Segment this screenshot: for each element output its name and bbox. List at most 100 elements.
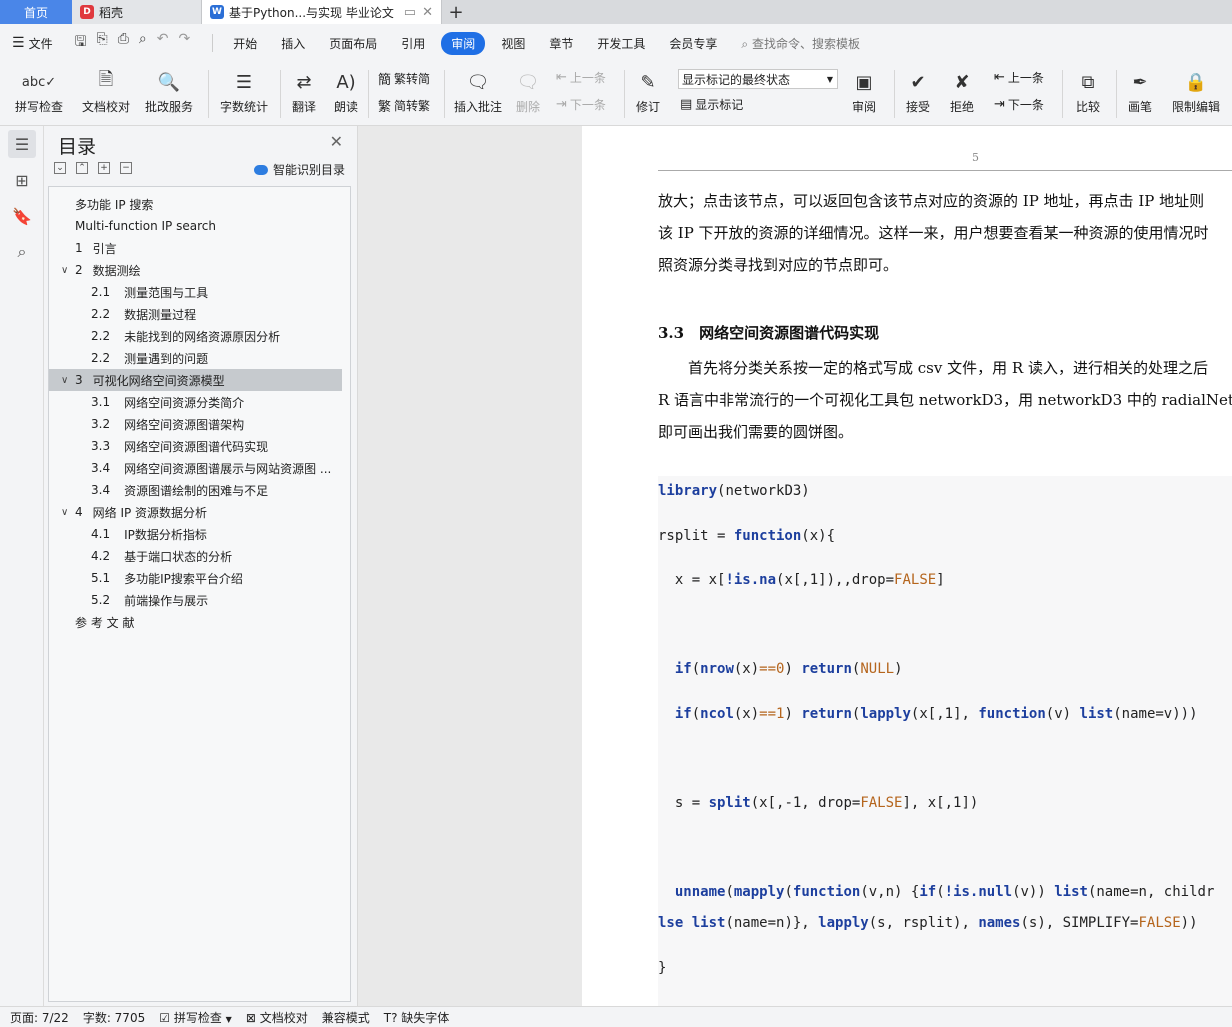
- outline-item[interactable]: 4.1 IP数据分析指标: [49, 523, 342, 545]
- preview-icon[interactable]: ⌕: [139, 31, 147, 55]
- trad-to-simp-button[interactable]: 簡繁转简: [378, 69, 430, 88]
- close-icon[interactable]: ✕: [422, 5, 433, 20]
- search-icon[interactable]: ⌕: [8, 238, 36, 266]
- pen-button[interactable]: ✒ 画笔: [1126, 62, 1154, 126]
- outline-item[interactable]: 3.3 网络空间资源图谱代码实现: [49, 435, 342, 457]
- menu-developer[interactable]: 开发工具: [597, 35, 645, 52]
- outline-item-label: 多功能IP搜索平台介绍: [124, 571, 243, 586]
- markup-state-select[interactable]: 显示标记的最终状态 ▼: [678, 69, 838, 89]
- track-changes-label: 修订: [635, 100, 660, 114]
- menu-view[interactable]: 视图: [501, 35, 525, 52]
- insert-comment-button[interactable]: 🗨 插入批注: [452, 62, 504, 126]
- chapter-icon[interactable]: ⊞: [8, 166, 36, 194]
- prev-comment-button[interactable]: ⇤ 上一条: [556, 69, 606, 86]
- word-count-indicator[interactable]: 字数: 7705: [83, 1009, 145, 1026]
- page-indicator[interactable]: 页面: 7/22: [10, 1009, 69, 1026]
- next-change-button[interactable]: ⇥ 下一条: [994, 96, 1044, 113]
- show-markup-button[interactable]: ▤ 显示标记: [680, 96, 743, 113]
- prev-change-icon: ⇤: [994, 70, 1005, 85]
- word-count-button[interactable]: ☰ 字数统计: [218, 62, 270, 126]
- redo-icon[interactable]: ↷: [179, 31, 191, 55]
- chevron-down-icon[interactable]: ∨: [61, 265, 73, 276]
- outline-item[interactable]: 5.1 多功能IP搜索平台介绍: [49, 567, 342, 589]
- outline-item[interactable]: ∨ 3 可视化网络空间资源模型: [49, 369, 342, 391]
- outline-item-number: 3.4: [91, 461, 111, 475]
- close-icon[interactable]: ✕: [330, 132, 343, 151]
- chevron-down-icon[interactable]: ∨: [61, 507, 73, 518]
- tab-daoke[interactable]: D 稻壳: [72, 0, 202, 24]
- outline-item-number: 2.2: [91, 307, 111, 321]
- outline-item[interactable]: 3.4 网络空间资源图谱展示与网站资源图 ...: [49, 457, 342, 479]
- outline-item[interactable]: 2.1 测量范围与工具: [49, 281, 342, 303]
- doc-check-button[interactable]: 🗎 文档校对: [80, 62, 132, 126]
- bookmark-icon[interactable]: 🔖: [8, 202, 36, 230]
- add-heading-icon[interactable]: +: [98, 162, 110, 174]
- window-icon[interactable]: ▭: [404, 5, 416, 20]
- code-token: ): [784, 706, 802, 722]
- outline-item[interactable]: 3.2 网络空间资源图谱架构: [49, 413, 342, 435]
- export-icon[interactable]: ⎘: [97, 31, 108, 55]
- outline-item[interactable]: ∨ 2 数据测绘: [49, 259, 342, 281]
- paragraph-line: R 语言中非常流行的一个可视化工具包 networkD3，用 networkD3…: [658, 391, 1232, 409]
- review-pane-button[interactable]: ▣ 审阅: [848, 62, 880, 126]
- prev-change-button[interactable]: ⇤ 上一条: [994, 69, 1044, 86]
- review-pane-icon: ▣: [855, 71, 873, 93]
- print-icon[interactable]: ⎙: [118, 31, 129, 55]
- outline-item[interactable]: 5.2 前端操作与展示: [49, 589, 342, 611]
- outline-item[interactable]: 2.2 数据测量过程: [49, 303, 342, 325]
- document-page[interactable]: 5 放大；点击该节点，可以返回包含该节点对应的资源的 IP 地址，再点击 IP …: [582, 126, 1232, 1006]
- outline-item[interactable]: 参 考 文 献: [49, 611, 342, 633]
- outline-item[interactable]: ∨ 4 网络 IP 资源数据分析: [49, 501, 342, 523]
- translate-button[interactable]: ⇄ 翻译: [288, 62, 320, 126]
- status-doc-check[interactable]: ⊠ 文档校对: [246, 1009, 308, 1026]
- outline-item[interactable]: 4.2 基于端口状态的分析: [49, 545, 342, 567]
- delete-comment-button[interactable]: 🗨 删除: [510, 62, 546, 126]
- outline-icon[interactable]: ☰: [8, 130, 36, 158]
- read-aloud-button[interactable]: A) 朗读: [332, 62, 360, 126]
- outline-item[interactable]: 多功能 IP 搜索: [49, 193, 342, 215]
- menu-member[interactable]: 会员专享: [669, 35, 717, 52]
- chevron-down-icon[interactable]: ∨: [61, 375, 73, 386]
- status-spell-check[interactable]: ☑ 拼写检查 ▼: [159, 1009, 232, 1026]
- expand-all-icon[interactable]: ⌃: [76, 162, 88, 174]
- menu-section[interactable]: 章节: [549, 35, 573, 52]
- outline-item[interactable]: 3.4 资源图谱绘制的困难与不足: [49, 479, 342, 501]
- code-token: names: [978, 915, 1021, 931]
- tab-document[interactable]: W 基于Python...与实现 毕业论文 ▭ ✕: [202, 0, 442, 24]
- track-changes-button[interactable]: ✎ 修订: [632, 62, 664, 126]
- remove-heading-icon[interactable]: −: [120, 162, 132, 174]
- simp-to-trad-button[interactable]: 繁简转繁: [378, 96, 430, 115]
- compare-button[interactable]: ⧉ 比较: [1072, 62, 1104, 126]
- spell-check-button[interactable]: abc✓ 拼写检查: [10, 62, 68, 126]
- insert-comment-label: 插入批注: [453, 100, 502, 114]
- reject-button[interactable]: ✘ 拒绝: [946, 62, 978, 126]
- next-comment-button[interactable]: ⇥ 下一条: [556, 96, 606, 113]
- restrict-edit-button[interactable]: 🔒 限制编辑: [1170, 62, 1222, 126]
- outline-item[interactable]: Multi-function IP search: [49, 215, 342, 237]
- hamburger-icon[interactable]: ☰: [12, 35, 25, 51]
- menu-file[interactable]: 文件: [29, 35, 53, 52]
- undo-icon[interactable]: ↶: [157, 31, 169, 55]
- menu-insert[interactable]: 插入: [281, 35, 305, 52]
- command-search[interactable]: ⌕ 查找命令、搜索模板: [741, 35, 860, 52]
- new-tab-button[interactable]: +: [442, 0, 470, 24]
- trad-simp-icon: 簡: [378, 73, 392, 88]
- outline-item[interactable]: 2.2 未能找到的网络资源原因分析: [49, 325, 342, 347]
- smart-toc-button[interactable]: 智能识别目录: [253, 161, 345, 178]
- missing-font[interactable]: T? 缺失字体: [384, 1009, 450, 1026]
- save-icon[interactable]: 🖫: [75, 31, 87, 55]
- outline-item[interactable]: 1 引言: [49, 237, 342, 259]
- menu-layout[interactable]: 页面布局: [329, 35, 377, 52]
- accept-button[interactable]: ✔ 接受: [902, 62, 934, 126]
- divider: [212, 34, 214, 52]
- outline-item[interactable]: 3.1 网络空间资源分类简介: [49, 391, 342, 413]
- tab-home[interactable]: 首页: [0, 0, 72, 24]
- menu-review[interactable]: 审阅: [441, 31, 486, 55]
- outline-item[interactable]: 2.2 测量遇到的问题: [49, 347, 342, 369]
- menu-start[interactable]: 开始: [233, 35, 257, 52]
- collapse-all-icon[interactable]: ⌄: [54, 162, 66, 174]
- menu-references[interactable]: 引用: [401, 35, 425, 52]
- batch-service-button[interactable]: 🔍 批改服务: [140, 62, 198, 126]
- outline-item-label: 网络空间资源图谱代码实现: [124, 439, 269, 454]
- translate-icon: ⇄: [296, 71, 312, 93]
